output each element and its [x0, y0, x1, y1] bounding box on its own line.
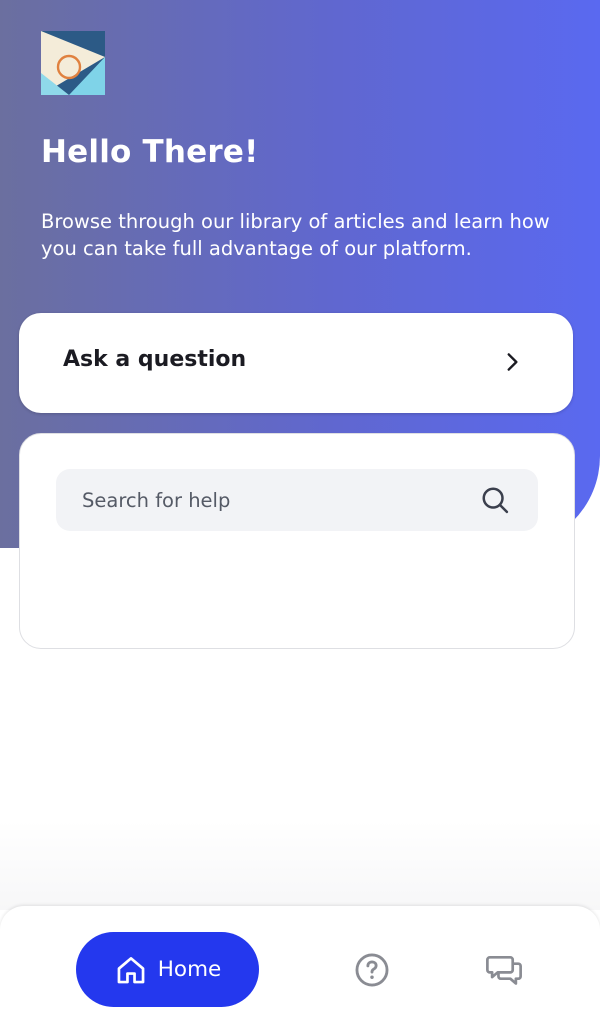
chevron-right-icon: [507, 353, 518, 371]
content-fade: [0, 820, 600, 910]
brand-logo-icon: [41, 31, 105, 95]
search-icon[interactable]: [480, 485, 510, 515]
chat-bubbles-icon[interactable]: [485, 951, 523, 989]
nav-home-button[interactable]: Home: [76, 932, 259, 1007]
page-subtitle: Browse through our library of articles a…: [41, 210, 550, 260]
help-circle-icon[interactable]: [353, 951, 391, 989]
search-input[interactable]: [82, 469, 462, 531]
bottom-navigation: Home: [0, 906, 600, 1024]
search-card: [19, 433, 575, 649]
ask-question-button[interactable]: Ask a question: [19, 313, 573, 413]
ask-question-label: Ask a question: [63, 347, 247, 372]
search-box: [56, 469, 538, 531]
home-icon: [117, 956, 145, 983]
page-title: Hello There!: [41, 134, 259, 170]
nav-home-label: Home: [157, 957, 222, 982]
